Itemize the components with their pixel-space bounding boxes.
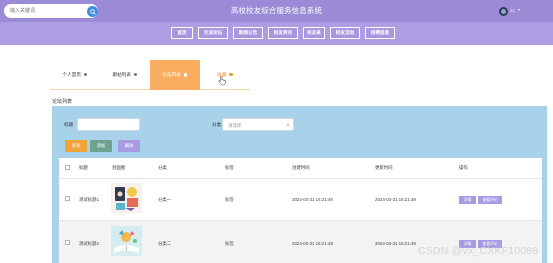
- column-header-cover: 封面图: [112, 165, 126, 170]
- cover-image: [111, 183, 142, 213]
- view-comments-button[interactable]: 查看评论: [478, 196, 502, 204]
- section-title: 论坛列表: [52, 99, 73, 105]
- dot-icon: [229, 72, 233, 77]
- search-input[interactable]: [10, 7, 80, 15]
- row-checkbox[interactable]: [65, 240, 70, 245]
- tab-label: 论坛列表: [162, 72, 181, 77]
- row-updated: 2024-03-31 16:21:49: [375, 197, 416, 202]
- user-name[interactable]: zz: [510, 8, 515, 13]
- tab-label: 个人首页: [62, 71, 81, 77]
- cover-image: [111, 226, 142, 256]
- row-tag: 标签: [225, 197, 234, 202]
- nav-item-home[interactable]: 首页: [171, 27, 193, 39]
- detail-button[interactable]: 详情: [459, 196, 476, 204]
- table-row: 测试标题1 分类一 标签 2024-03-31 16:21:49 2024-03…: [59, 178, 542, 216]
- search-box: [4, 4, 98, 18]
- nav-item-jobs[interactable]: 招聘信息: [365, 27, 395, 39]
- row-title: 测试标题2: [79, 241, 100, 246]
- column-header-actions: 操作: [459, 165, 468, 170]
- dot-icon: [133, 72, 138, 77]
- tab-personal-home[interactable]: 个人首页: [50, 60, 100, 90]
- tab-reply-list[interactable]: 跟帖列表: [100, 60, 150, 90]
- column-header-title[interactable]: 标题: [79, 158, 88, 178]
- pointer-cursor-icon: [218, 76, 226, 86]
- chevron-down-icon: [287, 124, 289, 126]
- watermark: CSDN @vx_CXKF10088: [418, 245, 539, 257]
- column-header-tag: 标签: [225, 165, 234, 170]
- nav-item-news[interactable]: 新闻公告: [233, 27, 263, 39]
- column-header-category: 分类: [158, 165, 167, 170]
- title-filter-label: 标题: [64, 122, 74, 127]
- search-button[interactable]: [87, 6, 98, 17]
- chevron-down-icon[interactable]: [518, 9, 520, 11]
- nav-item-alumni-events[interactable]: 校友活动: [330, 27, 360, 39]
- search-submit-button[interactable]: 查询: [65, 140, 87, 152]
- column-header-updated[interactable]: 更新时间: [375, 158, 393, 178]
- row-created: 2024-03-31 16:21:49: [292, 241, 333, 246]
- title-filter-input[interactable]: [77, 118, 140, 131]
- nav-item-alumni-list[interactable]: 校友录: [303, 27, 325, 39]
- select-all-checkbox[interactable]: [65, 165, 70, 170]
- category-filter-label: 分类: [212, 122, 222, 127]
- row-tag: 标签: [225, 241, 234, 246]
- user-avatar[interactable]: [499, 7, 508, 16]
- column-header-created[interactable]: 创建时间: [292, 158, 310, 178]
- dot-icon: [83, 72, 88, 77]
- row-category: 分类一: [158, 197, 172, 202]
- row-title: 测试标题1: [79, 197, 100, 202]
- row-checkbox[interactable]: [65, 196, 70, 201]
- row-created: 2024-03-31 16:21:49: [292, 197, 333, 202]
- top-header: 高校校友综合服务信息系统 zz: [0, 0, 553, 22]
- search-icon: [89, 8, 96, 15]
- delete-button[interactable]: 删除: [118, 140, 140, 152]
- tab-forum-list[interactable]: 论坛列表: [150, 60, 200, 90]
- row-category: 分类二: [158, 241, 172, 246]
- category-select-placeholder: 请选择: [228, 123, 242, 128]
- row-updated: 2024-03-31 16:21:49: [375, 241, 416, 246]
- category-select[interactable]: 请选择: [222, 118, 294, 131]
- site-title: 高校校友综合服务信息系统: [230, 6, 323, 15]
- nav-item-alumni-info[interactable]: 校友资讯: [268, 27, 298, 39]
- dot-icon: [183, 73, 188, 77]
- main-nav: 首页 交流论坛 新闻公告 校友资讯 校友录 校友活动 招聘信息: [0, 22, 553, 45]
- nav-item-forum[interactable]: 交流论坛: [198, 27, 228, 39]
- tab-label: 跟帖列表: [112, 71, 131, 77]
- add-button[interactable]: 添加: [90, 140, 112, 152]
